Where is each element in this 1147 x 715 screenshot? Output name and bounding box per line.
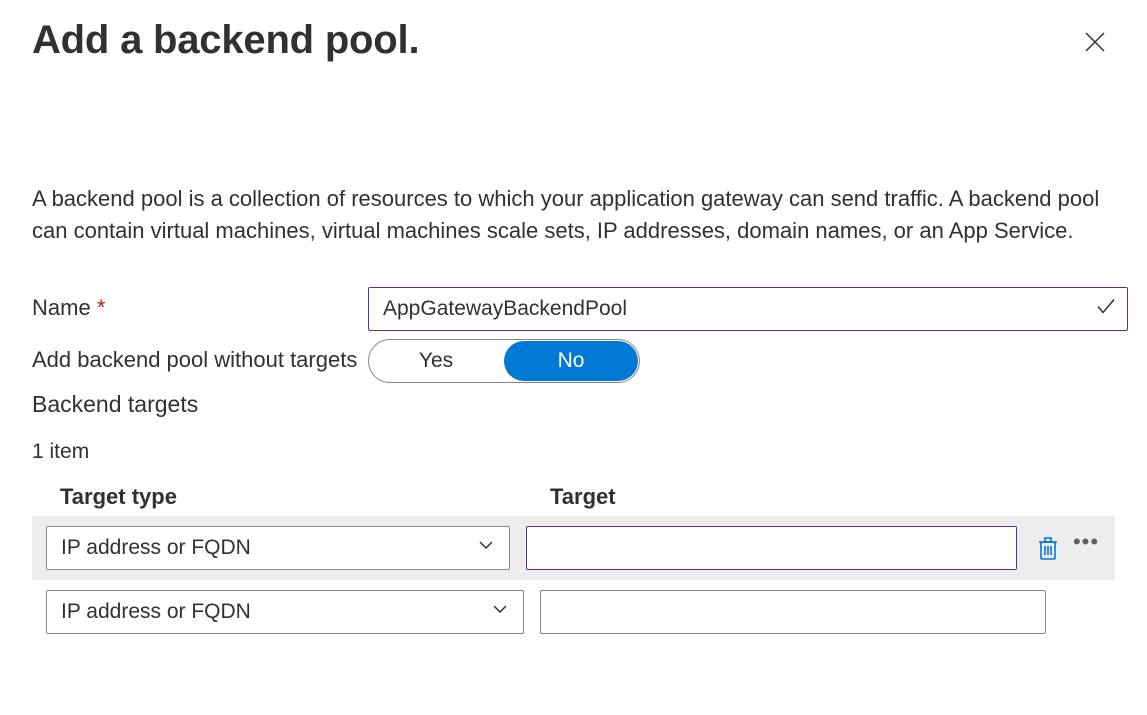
backend-targets-heading: Backend targets <box>32 391 1115 418</box>
trash-icon <box>1036 535 1060 561</box>
column-header-target: Target <box>550 484 1087 510</box>
target-type-select[interactable]: IP address or FQDN <box>46 590 524 634</box>
required-indicator: * <box>97 295 106 320</box>
delete-row-button[interactable] <box>1033 533 1063 563</box>
ellipsis-icon: ••• <box>1073 538 1099 547</box>
target-value-input[interactable] <box>526 526 1017 570</box>
without-targets-toggle[interactable]: Yes No <box>368 339 640 383</box>
target-value-input[interactable] <box>540 590 1046 634</box>
toggle-option-no[interactable]: No <box>504 341 638 381</box>
table-row: IP address or FQDN <box>32 516 1115 580</box>
without-targets-label: Add backend pool without targets <box>32 339 368 376</box>
page-title: Add a backend pool. <box>32 18 419 63</box>
description-text: A backend pool is a collection of resour… <box>32 183 1115 247</box>
item-count: 1 item <box>32 440 1115 464</box>
close-icon <box>1084 31 1106 53</box>
close-button[interactable] <box>1075 22 1115 62</box>
targets-table: Target type Target IP address or FQDN <box>32 478 1115 644</box>
check-icon <box>1094 294 1118 323</box>
name-label: Name * <box>32 287 368 324</box>
table-row: IP address or FQDN <box>32 580 1115 644</box>
chevron-down-icon <box>477 536 495 560</box>
name-input[interactable] <box>368 287 1128 331</box>
more-actions-button[interactable]: ••• <box>1071 533 1101 563</box>
chevron-down-icon <box>491 600 509 624</box>
target-type-value: IP address or FQDN <box>61 536 251 560</box>
toggle-option-yes[interactable]: Yes <box>369 341 503 381</box>
target-type-select[interactable]: IP address or FQDN <box>46 526 510 570</box>
target-type-value: IP address or FQDN <box>61 600 251 624</box>
column-header-type: Target type <box>60 484 550 510</box>
